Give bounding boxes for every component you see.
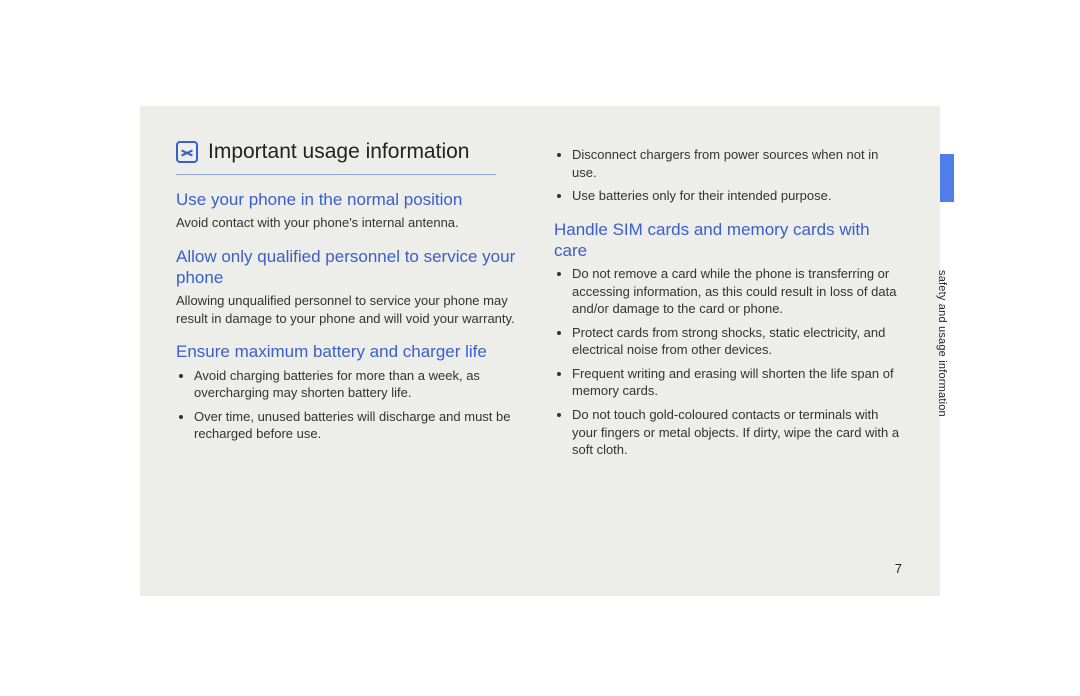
body-text: Allowing unqualified personnel to servic… bbox=[176, 292, 526, 327]
list-item: Over time, unused batteries will dischar… bbox=[194, 408, 526, 443]
list-item: Do not remove a card while the phone is … bbox=[572, 265, 904, 318]
left-column: Important usage information Use your pho… bbox=[176, 140, 526, 562]
list-item: Use batteries only for their intended pu… bbox=[572, 187, 904, 205]
list-item: Protect cards from strong shocks, static… bbox=[572, 324, 904, 359]
manual-page: Important usage information Use your pho… bbox=[140, 106, 940, 596]
section-tab bbox=[940, 154, 954, 202]
info-icon bbox=[176, 141, 198, 163]
section-heading-battery-charger: Ensure maximum battery and charger life bbox=[176, 341, 526, 362]
list-item: Frequent writing and erasing will shorte… bbox=[572, 365, 904, 400]
bullet-list: Disconnect chargers from power sources w… bbox=[554, 146, 904, 205]
bullet-list: Do not remove a card while the phone is … bbox=[554, 265, 904, 458]
list-item: Disconnect chargers from power sources w… bbox=[572, 146, 904, 181]
title-underline bbox=[176, 174, 496, 175]
body-text: Avoid contact with your phone's internal… bbox=[176, 214, 526, 232]
page-title-row: Important usage information bbox=[176, 140, 526, 164]
list-item: Do not touch gold-coloured contacts or t… bbox=[572, 406, 904, 459]
section-heading-sim-memory: Handle SIM cards and memory cards with c… bbox=[554, 219, 904, 262]
section-heading-normal-position: Use your phone in the normal position bbox=[176, 189, 526, 210]
list-item: Avoid charging batteries for more than a… bbox=[194, 367, 526, 402]
section-heading-qualified-personnel: Allow only qualified personnel to servic… bbox=[176, 246, 526, 289]
page-number: 7 bbox=[895, 561, 902, 576]
side-section-label: safety and usage information bbox=[936, 270, 948, 430]
columns: Important usage information Use your pho… bbox=[176, 140, 904, 562]
right-column: Disconnect chargers from power sources w… bbox=[554, 140, 904, 562]
page-title: Important usage information bbox=[208, 140, 469, 164]
bullet-list: Avoid charging batteries for more than a… bbox=[176, 367, 526, 443]
